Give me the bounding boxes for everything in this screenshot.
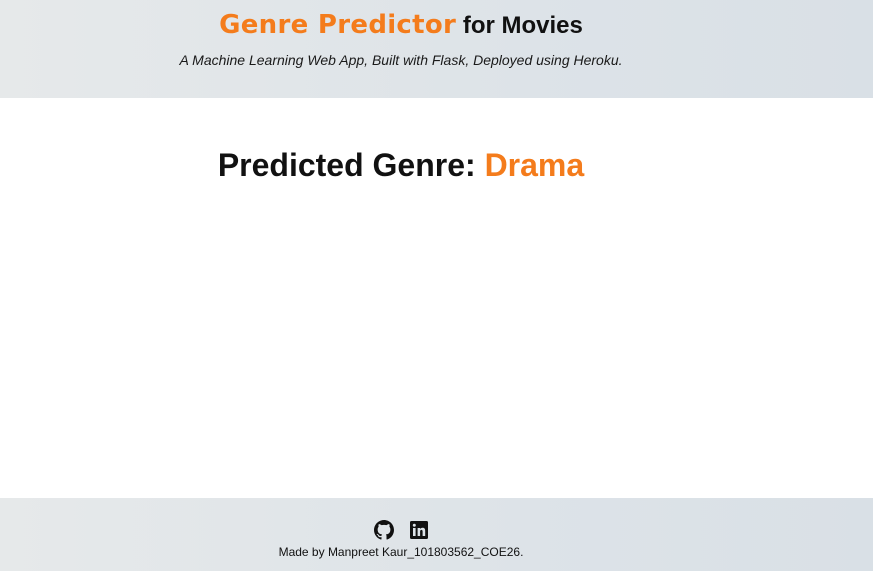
app-title: Genre Predictor for Movies	[0, 10, 802, 40]
linkedin-icon-graphic	[410, 521, 428, 539]
footer-credit: Made by Manpreet Kaur_101803562_COE26.	[278, 545, 524, 559]
brand-name: Genre Predictor	[219, 10, 457, 40]
page-header: Genre Predictor for Movies A Machine Lea…	[0, 0, 873, 98]
predicted-genre: Drama	[484, 147, 585, 183]
linkedin-icon[interactable]	[409, 520, 429, 540]
page-footer: Made by Manpreet Kaur_101803562_COE26.	[0, 498, 873, 571]
prediction-result: Predicted Genre: Drama	[0, 147, 802, 184]
result-label: Predicted Genre:	[217, 147, 485, 183]
tagline: A Machine Learning Web App, Built with F…	[179, 52, 623, 68]
github-icon[interactable]	[374, 520, 394, 540]
brand-suffix: for Movies	[456, 12, 583, 39]
main-content: Predicted Genre: Drama	[0, 98, 873, 498]
social-links	[372, 520, 432, 542]
github-icon-graphic	[374, 520, 394, 540]
